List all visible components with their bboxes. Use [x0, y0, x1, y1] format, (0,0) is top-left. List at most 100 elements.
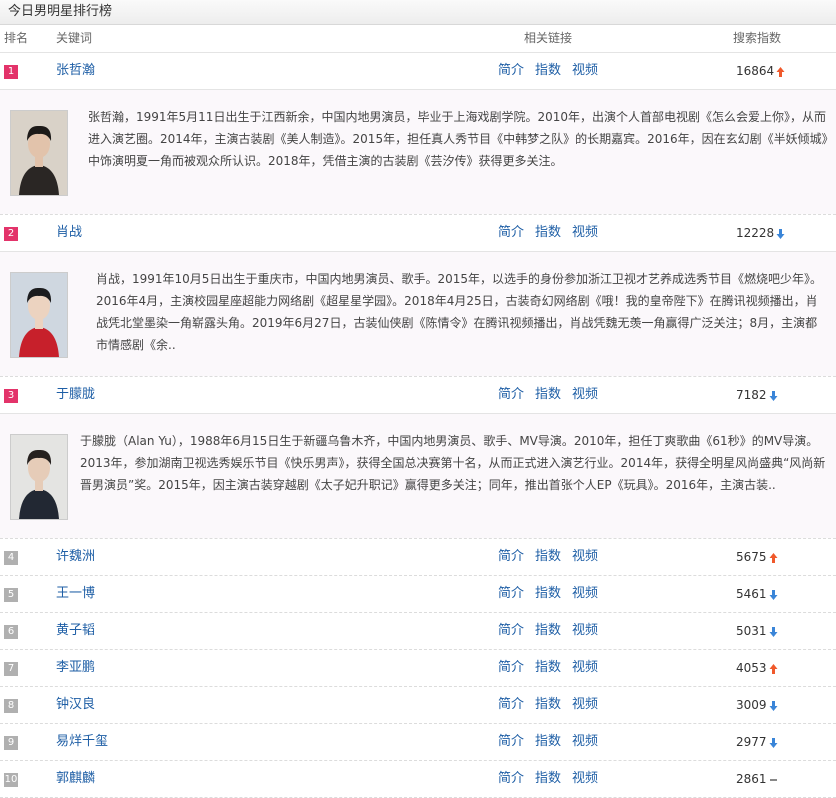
- rank-badge: 1: [4, 65, 18, 79]
- intro-link[interactable]: 简介: [498, 697, 524, 712]
- index-link[interactable]: 指数: [535, 63, 561, 78]
- keyword-link[interactable]: 许魏洲: [56, 539, 95, 575]
- keyword-link[interactable]: 郭麒麟: [56, 761, 95, 797]
- search-index: 12228: [736, 215, 785, 251]
- index-link[interactable]: 指数: [535, 225, 561, 240]
- celebrity-photo[interactable]: [10, 110, 68, 196]
- search-index-value: 3009: [736, 698, 767, 712]
- video-link[interactable]: 视频: [572, 586, 598, 601]
- index-link[interactable]: 指数: [535, 734, 561, 749]
- related-links: 简介 指数 视频: [498, 613, 609, 649]
- trend-down-icon: [776, 228, 785, 239]
- table-header: 排名 关键词 相关链接 搜索指数: [0, 25, 836, 53]
- row-summary: 6 黄子韬 简介 指数 视频 5031: [0, 613, 836, 649]
- intro-link[interactable]: 简介: [498, 549, 524, 564]
- video-link[interactable]: 视频: [572, 734, 598, 749]
- index-link[interactable]: 指数: [535, 697, 561, 712]
- celebrity-photo[interactable]: [10, 272, 68, 358]
- celebrity-detail: 肖战，1991年10月5日出生于重庆市，中国内地男演员、歌手。2015年，以选手…: [0, 251, 836, 376]
- keyword-link[interactable]: 钟汉良: [56, 687, 95, 723]
- intro-link[interactable]: 简介: [498, 660, 524, 675]
- search-index: 16864: [736, 53, 785, 89]
- search-index-value: 5461: [736, 587, 767, 601]
- search-index-value: 2977: [736, 735, 767, 749]
- search-index-value: 2861: [736, 772, 767, 786]
- celebrity-detail: 张哲瀚，1991年5月11日出生于江西新余，中国内地男演员，毕业于上海戏剧学院。…: [0, 89, 836, 214]
- row-summary: 7 李亚鹏 简介 指数 视频 4053: [0, 650, 836, 686]
- trend-flat-icon: [769, 778, 777, 781]
- video-link[interactable]: 视频: [572, 623, 598, 638]
- index-link[interactable]: 指数: [535, 660, 561, 675]
- search-index: 5461: [736, 576, 778, 612]
- video-link[interactable]: 视频: [572, 549, 598, 564]
- related-links: 简介 指数 视频: [498, 215, 609, 251]
- search-index-value: 5675: [736, 550, 767, 564]
- celebrity-detail: 于朦胧（Alan Yu），1988年6月15日生于新疆乌鲁木齐，中国内地男演员、…: [0, 413, 836, 538]
- celebrity-description: 肖战，1991年10月5日出生于重庆市，中国内地男演员、歌手。2015年，以选手…: [96, 272, 822, 352]
- index-link[interactable]: 指数: [535, 623, 561, 638]
- rank-badge: 6: [4, 625, 18, 639]
- video-link[interactable]: 视频: [572, 387, 598, 402]
- search-index: 7182: [736, 377, 778, 413]
- ranking-board: 今日男明星排行榜 排名 关键词 相关链接 搜索指数 1 张哲瀚 简介 指数 视频 1686…: [0, 0, 836, 798]
- video-link[interactable]: 视频: [572, 63, 598, 78]
- trend-up-icon: [769, 663, 778, 674]
- related-links: 简介 指数 视频: [498, 539, 609, 575]
- keyword-link[interactable]: 张哲瀚: [56, 53, 95, 89]
- search-index: 2977: [736, 724, 778, 760]
- celebrity-description: 于朦胧（Alan Yu），1988年6月15日生于新疆乌鲁木齐，中国内地男演员、…: [80, 434, 826, 492]
- trend-down-icon: [769, 626, 778, 637]
- ranking-row: 10 郭麒麟 简介 指数 视频 2861: [0, 761, 836, 798]
- intro-link[interactable]: 简介: [498, 623, 524, 638]
- related-links: 简介 指数 视频: [498, 53, 609, 89]
- intro-link[interactable]: 简介: [498, 387, 524, 402]
- video-link[interactable]: 视频: [572, 771, 598, 786]
- keyword-link[interactable]: 李亚鹏: [56, 650, 95, 686]
- rank-badge: 9: [4, 736, 18, 750]
- index-link[interactable]: 指数: [535, 586, 561, 601]
- ranking-row: 2 肖战 简介 指数 视频 12228 肖战，1991年10月5日出生于重庆市，中国内地男演…: [0, 215, 836, 377]
- trend-up-icon: [769, 552, 778, 563]
- row-summary: 9 易烊千玺 简介 指数 视频 2977: [0, 724, 836, 760]
- row-summary: 10 郭麒麟 简介 指数 视频 2861: [0, 761, 836, 797]
- intro-link[interactable]: 简介: [498, 771, 524, 786]
- keyword-link[interactable]: 于朦胧: [56, 377, 95, 413]
- rank-badge: 2: [4, 227, 18, 241]
- search-index-value: 7182: [736, 388, 767, 402]
- rank-badge: 8: [4, 699, 18, 713]
- row-summary: 1 张哲瀚 简介 指数 视频 16864: [0, 53, 836, 89]
- ranking-row: 4 许魏洲 简介 指数 视频 5675: [0, 539, 836, 576]
- header-index: 搜索指数: [733, 31, 782, 45]
- keyword-link[interactable]: 肖战: [56, 215, 82, 251]
- video-link[interactable]: 视频: [572, 697, 598, 712]
- trend-down-icon: [769, 589, 778, 600]
- search-index: 3009: [736, 687, 778, 723]
- row-summary: 8 钟汉良 简介 指数 视频 3009: [0, 687, 836, 723]
- search-index: 5675: [736, 539, 778, 575]
- ranking-row: 7 李亚鹏 简介 指数 视频 4053: [0, 650, 836, 687]
- index-link[interactable]: 指数: [535, 771, 561, 786]
- index-link[interactable]: 指数: [535, 387, 561, 402]
- intro-link[interactable]: 简介: [498, 586, 524, 601]
- search-index: 2861: [736, 761, 778, 797]
- intro-link[interactable]: 简介: [498, 63, 524, 78]
- ranking-row: 5 王一博 简介 指数 视频 5461: [0, 576, 836, 613]
- rank-badge: 7: [4, 662, 18, 676]
- keyword-link[interactable]: 易烊千玺: [56, 724, 108, 760]
- celebrity-photo[interactable]: [10, 434, 68, 520]
- intro-link[interactable]: 简介: [498, 734, 524, 749]
- ranking-row: 9 易烊千玺 简介 指数 视频 2977: [0, 724, 836, 761]
- related-links: 简介 指数 视频: [498, 576, 609, 612]
- trend-up-icon: [776, 66, 785, 77]
- index-link[interactable]: 指数: [535, 549, 561, 564]
- related-links: 简介 指数 视频: [498, 761, 609, 797]
- related-links: 简介 指数 视频: [498, 687, 609, 723]
- search-index-value: 12228: [736, 226, 775, 240]
- search-index-value: 16864: [736, 64, 775, 78]
- video-link[interactable]: 视频: [572, 225, 598, 240]
- keyword-link[interactable]: 王一博: [56, 576, 95, 612]
- ranking-list: 1 张哲瀚 简介 指数 视频 16864 张哲瀚，1991年5月11日出生于江西新余，中国内…: [0, 53, 836, 798]
- intro-link[interactable]: 简介: [498, 225, 524, 240]
- video-link[interactable]: 视频: [572, 660, 598, 675]
- keyword-link[interactable]: 黄子韬: [56, 613, 95, 649]
